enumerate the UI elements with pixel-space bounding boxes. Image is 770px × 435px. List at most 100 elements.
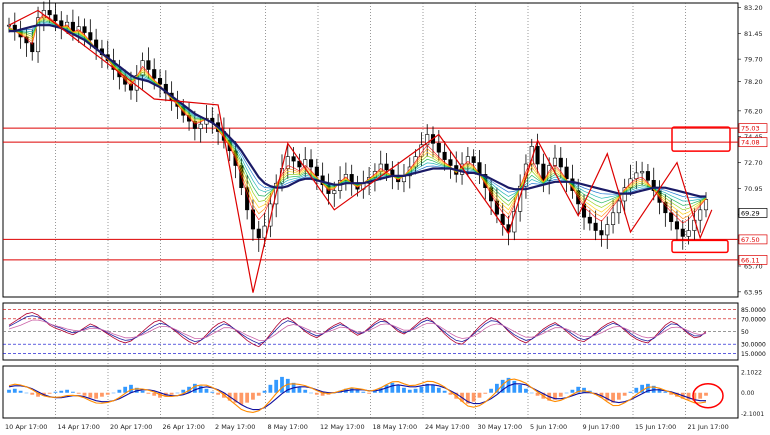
macd-histogram-bar[interactable] xyxy=(570,389,575,393)
macd-histogram-bar[interactable] xyxy=(419,386,424,393)
macd-histogram-bar[interactable] xyxy=(529,392,534,394)
macd-histogram-bar[interactable] xyxy=(518,384,523,393)
macd-histogram-bar[interactable] xyxy=(216,392,220,395)
macd-histogram-bar[interactable] xyxy=(256,392,261,396)
candle-body[interactable] xyxy=(146,60,151,70)
chart-canvas[interactable]: 83.2081.4579.7078.2076.2074.4572.7070.95… xyxy=(0,0,770,435)
rsi-series-line[interactable] xyxy=(8,315,707,344)
macd-histogram-bar[interactable] xyxy=(210,391,215,393)
macd-histogram-bar[interactable] xyxy=(274,379,279,393)
candle-body[interactable] xyxy=(541,163,546,181)
macd-histogram-bar[interactable] xyxy=(18,390,23,393)
candle-body[interactable] xyxy=(471,156,476,163)
macd-histogram-bar[interactable] xyxy=(111,392,116,394)
macd-histogram-bar[interactable] xyxy=(663,391,668,393)
candle-body[interactable] xyxy=(88,32,93,41)
macd-histogram-bar[interactable] xyxy=(239,392,244,405)
macd-histogram-bar[interactable] xyxy=(704,392,708,396)
candle-body[interactable] xyxy=(686,230,691,237)
candle-body[interactable] xyxy=(256,228,261,239)
macd-histogram-bar[interactable] xyxy=(396,384,401,393)
candle-body[interactable] xyxy=(152,69,157,79)
macd-histogram-bar[interactable] xyxy=(59,390,64,393)
macd-histogram-bar[interactable] xyxy=(7,389,11,393)
candle-body[interactable] xyxy=(70,21,75,32)
macd-histogram-bar[interactable] xyxy=(628,391,633,393)
macd-histogram-bar[interactable] xyxy=(622,392,627,396)
candle-body[interactable] xyxy=(157,78,163,85)
candle-body[interactable] xyxy=(593,222,598,231)
macd-histogram-bar[interactable] xyxy=(268,384,273,393)
macd-histogram-bar[interactable] xyxy=(431,384,435,393)
candle-body[interactable] xyxy=(535,146,540,165)
macd-histogram-bar[interactable] xyxy=(12,388,17,393)
macd-histogram-bar[interactable] xyxy=(407,389,412,393)
macd-histogram-bar[interactable] xyxy=(634,387,639,393)
macd-histogram-bar[interactable] xyxy=(71,391,75,393)
macd-histogram-bar[interactable] xyxy=(402,387,406,393)
candle-body[interactable] xyxy=(552,157,558,166)
macd-histogram-bar[interactable] xyxy=(65,389,69,393)
macd-histogram-bar[interactable] xyxy=(140,390,145,393)
macd-histogram-bar[interactable] xyxy=(53,391,58,393)
macd-histogram-bar[interactable] xyxy=(698,392,703,399)
trading-chart-window[interactable]: 83.20 81.45 79.70 78.20 76.20 74.45 72.70 70.95… xyxy=(0,0,770,435)
candle-body[interactable] xyxy=(616,200,621,214)
candle-body[interactable] xyxy=(442,151,447,160)
candle-body[interactable] xyxy=(605,224,610,236)
candle-body[interactable] xyxy=(587,216,592,224)
macd-histogram-bar[interactable] xyxy=(47,392,52,394)
macd-histogram-bar[interactable] xyxy=(524,388,528,393)
macd-histogram-bar[interactable] xyxy=(489,388,493,393)
macd-histogram-bar[interactable] xyxy=(204,388,209,393)
macd-histogram-bar[interactable] xyxy=(390,382,395,393)
candle-body[interactable] xyxy=(285,156,290,169)
macd-histogram-bar[interactable] xyxy=(129,384,133,393)
candle-body[interactable] xyxy=(680,228,685,237)
macd-histogram-bar[interactable] xyxy=(146,392,151,394)
macd-histogram-bar[interactable] xyxy=(88,392,93,398)
candle-body[interactable] xyxy=(698,209,703,221)
macd-histogram-bar[interactable] xyxy=(616,392,621,400)
macd-histogram-bar[interactable] xyxy=(24,392,29,394)
macd-histogram-bar[interactable] xyxy=(361,391,366,393)
candle-body[interactable] xyxy=(640,171,645,174)
macd-histogram-bar[interactable] xyxy=(280,376,284,393)
zigzag-line[interactable] xyxy=(8,9,713,293)
candle-body[interactable] xyxy=(634,172,639,180)
macd-histogram-bar[interactable] xyxy=(297,386,302,393)
candle-body[interactable] xyxy=(47,10,52,16)
candle-body[interactable] xyxy=(332,190,337,194)
macd-histogram-bar[interactable] xyxy=(413,388,418,393)
candle-body[interactable] xyxy=(198,123,203,129)
candle-body[interactable] xyxy=(703,199,709,211)
candle-body[interactable] xyxy=(308,159,314,168)
price-panel[interactable] xyxy=(3,0,738,293)
macd-histogram-bar[interactable] xyxy=(76,392,81,394)
candle-body[interactable] xyxy=(384,163,389,171)
macd-histogram-bar[interactable] xyxy=(245,392,250,403)
macd-histogram-bar[interactable] xyxy=(314,392,319,395)
macd-histogram-bar[interactable] xyxy=(82,392,87,396)
candle-body[interactable] xyxy=(611,212,616,225)
macd-histogram-bar[interactable] xyxy=(564,392,569,394)
macd-histogram-bar[interactable] xyxy=(30,392,35,395)
macd-histogram-bar[interactable] xyxy=(309,392,313,394)
macd-histogram-bar[interactable] xyxy=(105,392,110,395)
macd-histogram-bar[interactable] xyxy=(436,387,441,393)
candle-body[interactable] xyxy=(448,159,453,166)
macd-histogram-bar[interactable] xyxy=(100,392,104,397)
macd-panel[interactable] xyxy=(7,376,708,413)
candle-body[interactable] xyxy=(674,221,680,230)
macd-histogram-bar[interactable] xyxy=(198,385,203,393)
candle-body[interactable] xyxy=(558,157,563,168)
macd-histogram-bar[interactable] xyxy=(192,383,197,393)
candle-body[interactable] xyxy=(6,24,12,27)
macd-histogram-bar[interactable] xyxy=(262,390,267,393)
candle-body[interactable] xyxy=(669,212,674,222)
candle-body[interactable] xyxy=(314,166,319,177)
macd-histogram-bar[interactable] xyxy=(442,390,447,393)
macd-histogram-bar[interactable] xyxy=(367,392,372,394)
macd-histogram-bar[interactable] xyxy=(471,392,476,402)
candle-body[interactable] xyxy=(53,14,58,22)
